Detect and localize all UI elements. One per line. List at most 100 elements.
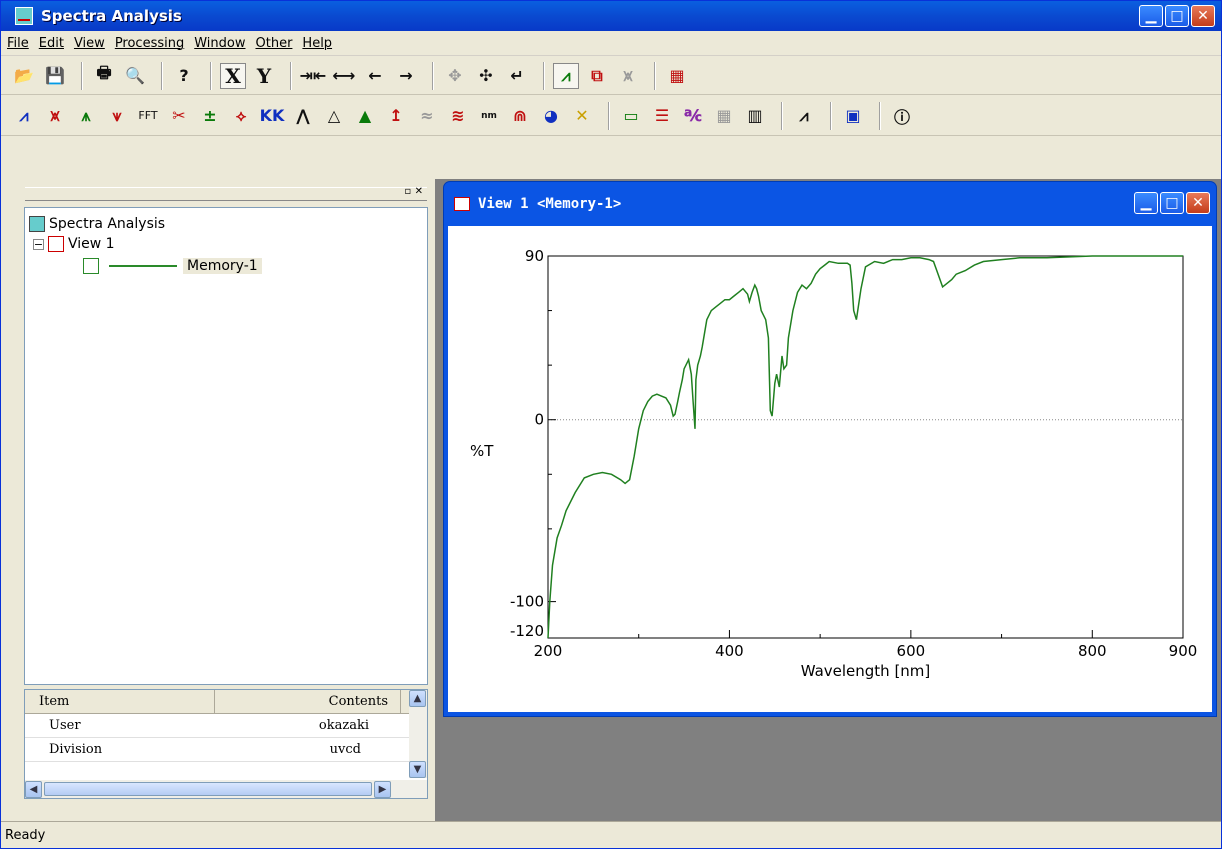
toolbar-separator	[161, 61, 163, 90]
menu-edit[interactable]: Edit	[39, 36, 64, 51]
kk-icon[interactable]: KK	[259, 103, 285, 129]
title-bar[interactable]: Spectra Analysis ▁ □ ✕	[1, 1, 1221, 31]
fft-button[interactable]: FFT	[135, 103, 161, 129]
tree-root[interactable]: Spectra Analysis	[29, 214, 165, 234]
x-tick-label: 900	[1169, 642, 1198, 660]
scroll-thumb[interactable]	[44, 782, 372, 796]
vertical-scrollbar[interactable]: ▲ ▼	[409, 690, 427, 778]
tree-view[interactable]: Spectra Analysis − View 1 Memory-1	[24, 207, 428, 685]
legend-icon[interactable]: ☰	[649, 103, 675, 129]
nm-cm-icon[interactable]: nm	[476, 103, 502, 129]
tree-root-label: Spectra Analysis	[49, 216, 166, 232]
minimize-button[interactable]: ▁	[1139, 5, 1163, 27]
peak-pick-icon[interactable]: ⩚	[73, 103, 99, 129]
tree-view-node[interactable]: − View 1	[33, 234, 115, 254]
close-button[interactable]: ✕	[1191, 5, 1215, 27]
view-title-bar[interactable]: View 1 <Memory-1> ▁ □ ✕	[444, 182, 1216, 226]
peak-area-icon[interactable]: △	[321, 103, 347, 129]
arith-icon[interactable]: ±	[197, 103, 223, 129]
smooth-icon[interactable]: ⩘	[11, 103, 37, 129]
series-line	[547, 255, 1183, 639]
properties-grid[interactable]: Item Contents User okazaki Division uvcd…	[24, 689, 428, 799]
cursor-icon[interactable]: ✕	[569, 103, 595, 129]
col-header-item[interactable]: Item	[25, 690, 215, 713]
move-disabled-icon[interactable]: ✥	[442, 63, 468, 89]
expand-x-icon[interactable]: ⟷	[331, 63, 357, 89]
bar-icon[interactable]: ▥	[742, 103, 768, 129]
text-icon[interactable]: ℀	[680, 103, 706, 129]
scroll-up-icon[interactable]: ▲	[409, 690, 426, 707]
view-close-button[interactable]: ✕	[1186, 192, 1210, 214]
normalize-icon[interactable]: ⟡	[228, 103, 254, 129]
move-icon[interactable]: ✣	[473, 63, 499, 89]
open-icon[interactable]: 📂	[11, 63, 37, 89]
left-arrow-icon[interactable]: ←	[362, 63, 388, 89]
toolbar-separator	[81, 61, 83, 90]
peak-height-icon[interactable]: ↥	[383, 103, 409, 129]
menu-file[interactable]: File	[7, 36, 29, 51]
toolbar-separator	[543, 61, 545, 90]
print-preview-icon[interactable]: 🔍	[122, 63, 148, 89]
x-axis-button[interactable]: X	[220, 62, 246, 89]
scroll-down-icon[interactable]: ▼	[409, 761, 426, 778]
return-icon[interactable]: ↵	[504, 63, 530, 89]
menu-help[interactable]: Help	[302, 36, 332, 51]
tree-memory-label: Memory-1	[183, 258, 262, 274]
diff-icon[interactable]: ≈	[414, 103, 440, 129]
collapse-icon[interactable]: −	[33, 238, 44, 251]
toolbar-separator	[879, 101, 881, 130]
x-tick-label: 200	[534, 642, 563, 660]
app-title: Spectra Analysis	[41, 7, 182, 25]
menu-other[interactable]: Other	[256, 36, 293, 51]
row-contents: uvcd	[329, 742, 361, 757]
chart-area[interactable]: 200 400 600 800 900 90 0 -100 -120 Wavelength [nm…	[448, 226, 1212, 712]
peak-list-icon[interactable]: ⩘	[791, 103, 817, 129]
spectrum-chart[interactable]: 200 400 600 800 900900-100-120Wavelength [nm…	[448, 226, 1212, 712]
color-icon[interactable]: ◕	[538, 103, 564, 129]
info-icon[interactable]: ⓘ	[889, 103, 915, 129]
pane-header[interactable]: ▫ ✕	[25, 186, 427, 201]
main-window: Spectra Analysis ▁ □ ✕ File Edit View Pr…	[0, 0, 1222, 849]
frame-icon[interactable]: ▭	[618, 103, 644, 129]
row-item: Division	[49, 742, 103, 757]
view-maximize-button[interactable]: □	[1160, 192, 1184, 214]
table-row[interactable]: User okazaki	[25, 714, 427, 738]
tree-view-label: View 1	[68, 236, 115, 252]
deconv-icon[interactable]: ⋀	[290, 103, 316, 129]
menu-processing[interactable]: Processing	[115, 36, 184, 51]
y-axis-button[interactable]: Y	[251, 63, 277, 89]
pane-close-icon[interactable]: ▫ ✕	[404, 186, 423, 197]
bandwidth-icon[interactable]: ⋒	[507, 103, 533, 129]
scroll-left-icon[interactable]: ◀	[25, 780, 42, 798]
horizontal-scrollbar[interactable]: ◀ ▶	[25, 780, 427, 798]
zoom-view-icon[interactable]: ⧉	[584, 63, 610, 89]
x-tick-label: 600	[897, 642, 926, 660]
col-header-contents[interactable]: Contents	[215, 690, 401, 713]
help-icon[interactable]: ?	[171, 63, 197, 89]
derivative-icon[interactable]: ⩙	[42, 103, 68, 129]
right-arrow-icon[interactable]: →	[393, 63, 419, 89]
tree-memory-node[interactable]: Memory-1	[83, 256, 262, 276]
report-icon[interactable]: ▣	[840, 103, 866, 129]
table-row[interactable]: Division uvcd	[25, 738, 427, 762]
y-tick-label: 90	[525, 247, 544, 265]
grid-icon[interactable]: ▦	[711, 103, 737, 129]
y-tick-label: -100	[510, 593, 544, 611]
menu-window[interactable]: Window	[194, 36, 245, 51]
spectrum-view-icon[interactable]: ⩘	[553, 62, 579, 89]
menu-view[interactable]: View	[74, 36, 105, 51]
scroll-right-icon[interactable]: ▶	[374, 780, 391, 798]
cut-icon[interactable]: ✂	[166, 103, 192, 129]
toolbar-separator	[290, 61, 292, 90]
view-minimize-button[interactable]: ▁	[1134, 192, 1158, 214]
print-icon[interactable]: 🖶	[91, 63, 117, 89]
overlay-icon[interactable]: ▦	[664, 63, 690, 89]
maximize-button[interactable]: □	[1165, 5, 1189, 27]
fill-peak-icon[interactable]: ▲	[352, 103, 378, 129]
baseline-icon[interactable]: ⩛	[104, 103, 130, 129]
save-icon[interactable]: 💾	[42, 63, 68, 89]
series-legend-line	[109, 265, 177, 267]
left-pane: ▫ ✕ Spectra Analysis − View 1 Memory-1 I…	[1, 179, 433, 821]
convert-icon[interactable]: ≋	[445, 103, 471, 129]
compress-x-icon[interactable]: ⇥⇤	[300, 63, 327, 89]
